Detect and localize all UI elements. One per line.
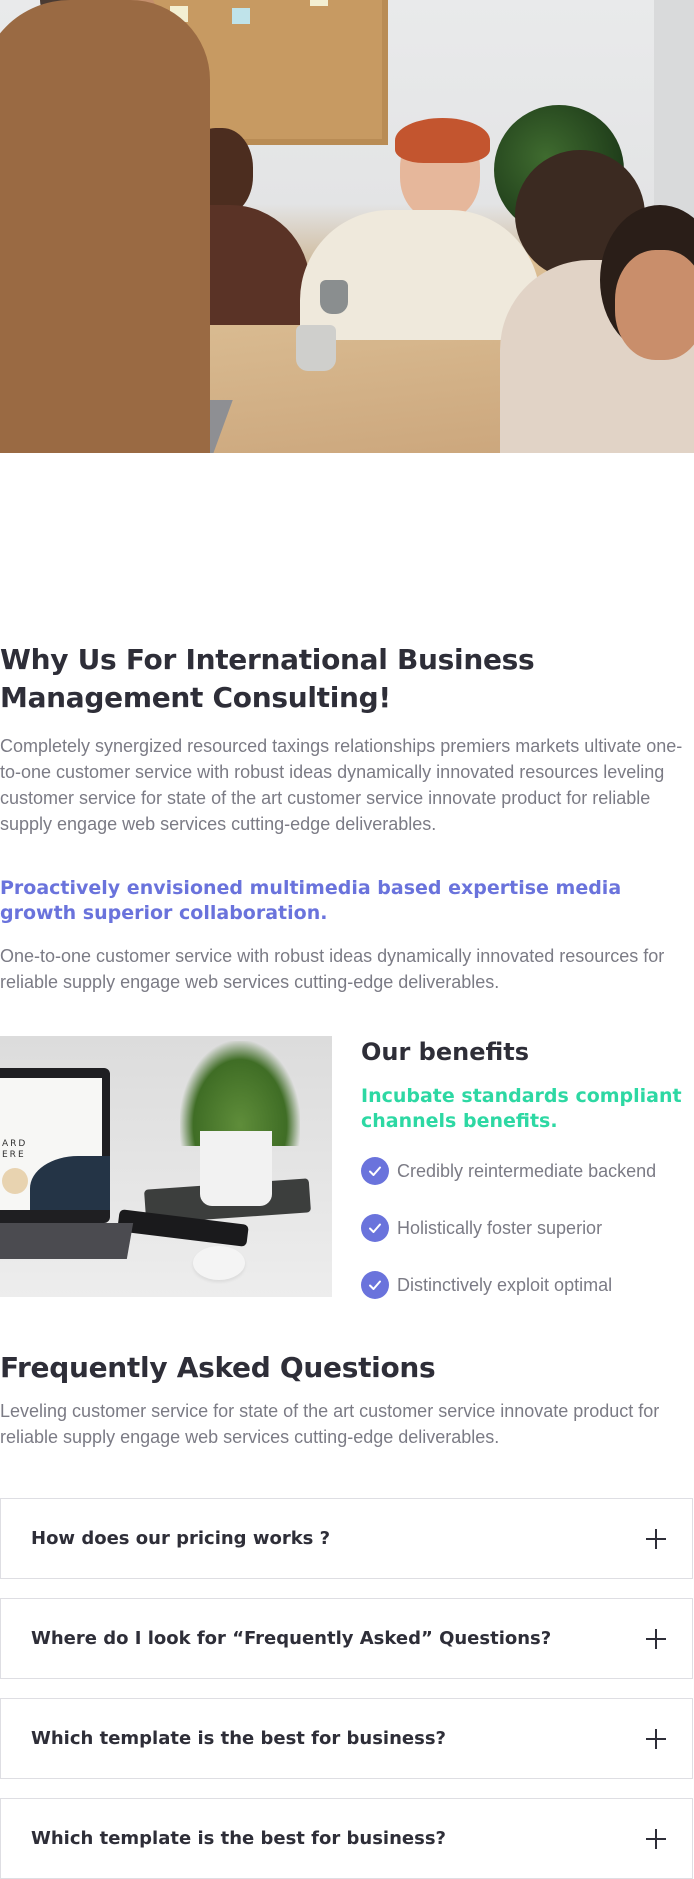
benefits-title: Our benefits [361,1038,530,1066]
why-us-paragraph-2: One-to-one customer service with robust … [0,946,665,992]
benefit-item: Distinctively exploit optimal [361,1271,612,1299]
check-circle-icon [361,1157,389,1185]
laptop-keyboard [0,1223,134,1259]
sticky-note [310,0,328,6]
benefit-label: Distinctively exploit optimal [397,1274,613,1295]
check-circle-icon [361,1214,389,1242]
hero-meeting-photo [0,0,694,453]
why-us-highlight: Proactively envisioned multimedia based … [0,877,622,924]
mug [320,280,348,314]
sticky-note [232,8,250,24]
faq-item[interactable]: Which template is the best for business? [0,1798,693,1879]
benefit-label: Credibly reintermediate backend [397,1160,657,1181]
faq-paragraph: Leveling customer service for state of t… [0,1401,660,1447]
faq-item[interactable]: How does our pricing works ? [0,1498,693,1579]
faq-item[interactable]: Where do I look for “Frequently Asked” Q… [0,1598,693,1679]
person-standing [0,0,210,453]
why-us-heading-line2: Management Consulting! [0,681,391,714]
mug [296,325,336,371]
screen-text: ARD ERE [2,1139,27,1161]
faq-item[interactable]: Which template is the best for business? [0,1698,693,1779]
plus-icon[interactable] [646,1529,666,1549]
benefit-item: Holistically foster superior [361,1214,602,1242]
plant-pot [200,1131,272,1206]
plus-icon[interactable] [646,1829,666,1849]
benefits-panel: Our benefits Incubate standards complian… [361,1036,694,1299]
screen-circle [2,1168,28,1194]
benefit-label: Holistically foster superior [397,1217,603,1238]
benefits-workspace-photo: ARD ERE [0,1036,332,1297]
check-circle-icon [361,1271,389,1299]
why-us-paragraph: Completely synergized resourced taxings … [0,736,683,834]
faq-question: Which template is the best for business? [31,1728,446,1749]
screen-text-line2: ERE [2,1150,26,1160]
faq-question: Where do I look for “Frequently Asked” Q… [31,1628,552,1649]
plus-icon[interactable] [646,1629,666,1649]
screen-text-line1: ARD [2,1139,28,1149]
why-us-heading: Why Us For International Business Manage… [0,641,694,717]
person-hair [395,118,490,163]
benefit-item: Credibly reintermediate backend [361,1157,656,1185]
faq-question: Which template is the best for business? [31,1828,446,1849]
faq-heading: Frequently Asked Questions [0,1351,436,1384]
person-head [615,250,694,360]
mouse [193,1246,245,1280]
faq-question: How does our pricing works ? [31,1528,331,1549]
plus-icon[interactable] [646,1729,666,1749]
benefits-subtitle: Incubate standards compliant channels be… [361,1085,682,1132]
why-us-heading-line1: Why Us For International Business [0,643,535,676]
